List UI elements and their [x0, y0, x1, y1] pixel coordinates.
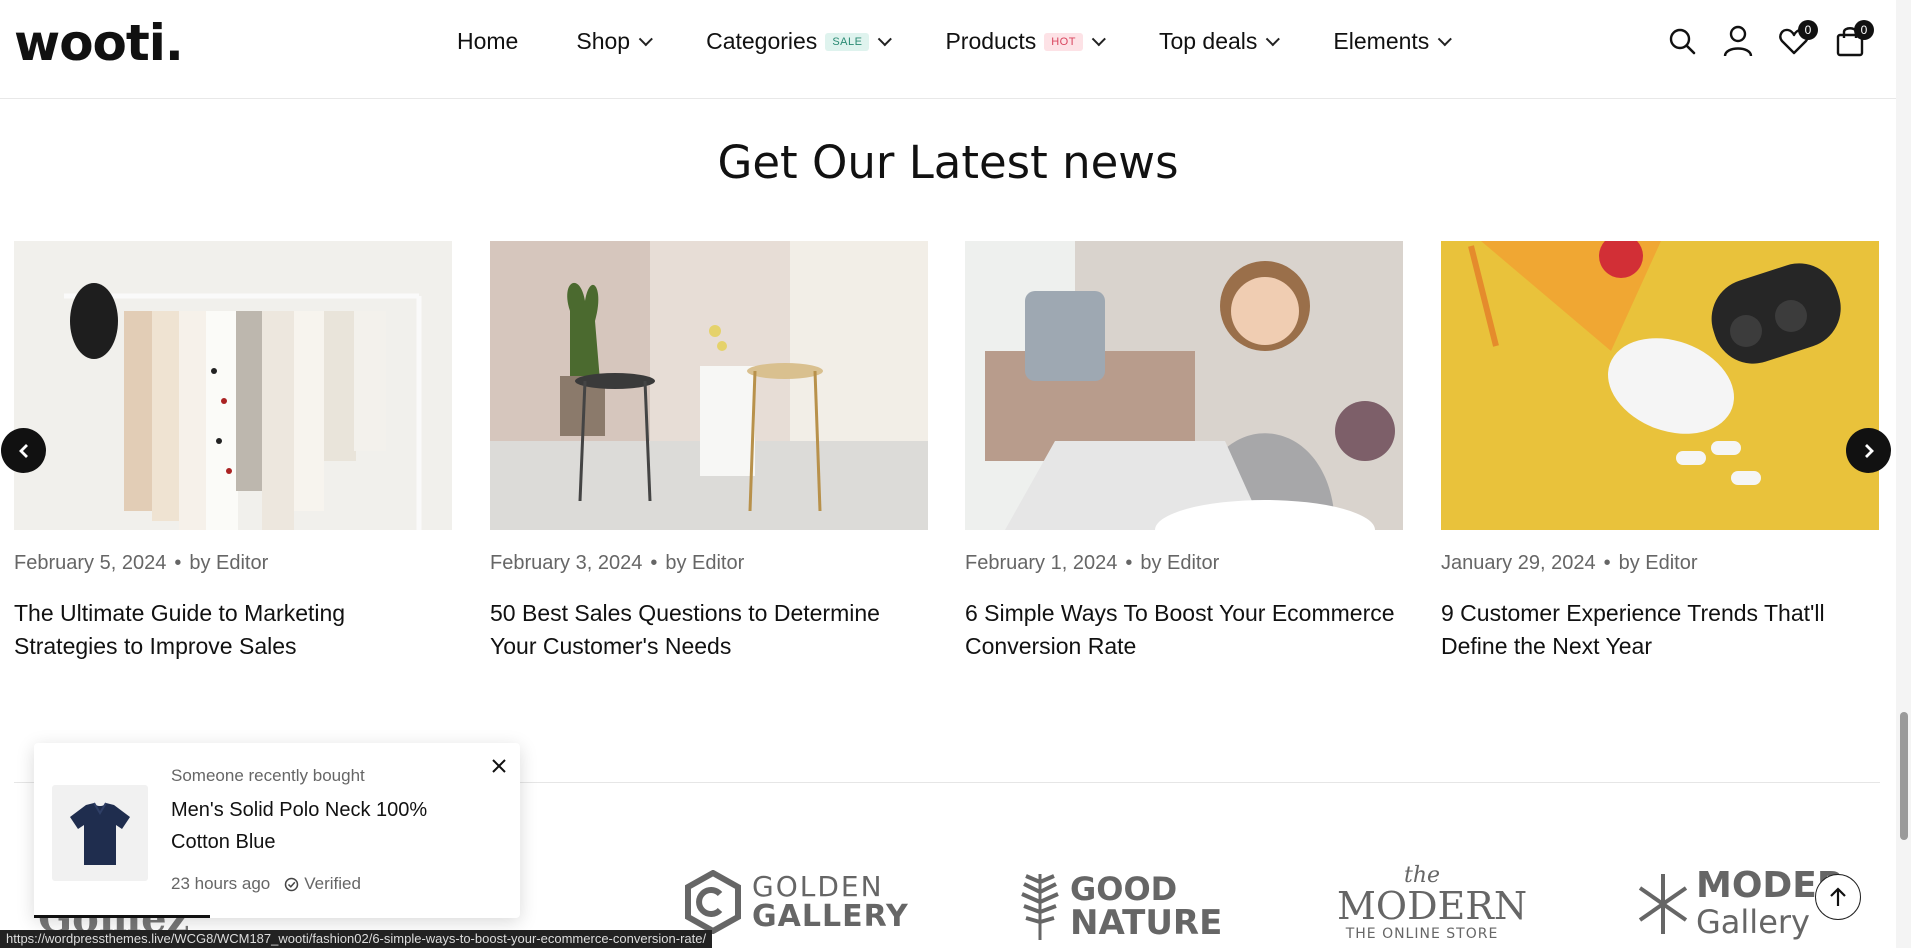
search-button[interactable]: [1666, 24, 1698, 58]
news-card: January 29, 2024 • by Editor 9 Customer Ex…: [1441, 241, 1879, 663]
news-card-image[interactable]: [1441, 241, 1879, 530]
popup-meta: 23 hours ago Verified: [171, 874, 361, 894]
news-card: February 1, 2024 • by Editor 6 Simple Ways…: [965, 241, 1403, 663]
fern-leaf-icon: [1021, 874, 1059, 940]
news-author[interactable]: by Editor: [1140, 552, 1219, 574]
popup-product-name[interactable]: Men's Solid Polo Neck 100% Cotton Blue: [171, 794, 481, 858]
hot-badge: HOT: [1044, 32, 1083, 51]
nav-home-label: Home: [457, 28, 519, 54]
news-carousel: February 5, 2024 • by Editor The Ultimate …: [14, 241, 1880, 661]
popup-label: Someone recently bought: [171, 766, 365, 785]
site-header: wooti. Home Shop Categories SALE Product…: [0, 0, 1896, 99]
verified-label: Verified: [304, 874, 361, 893]
chevron-down-icon: [638, 31, 653, 46]
news-card-image[interactable]: [14, 241, 452, 530]
news-card-image[interactable]: [965, 241, 1403, 530]
news-author[interactable]: by Editor: [665, 552, 744, 574]
check-circle-icon: [285, 877, 299, 891]
brand-logo-golden-gallery[interactable]: GOLDEN GALLERY: [684, 870, 909, 934]
chevron-left-icon: [18, 443, 28, 458]
cart-button[interactable]: 0: [1834, 20, 1874, 58]
nav-shop-label: Shop: [576, 28, 631, 54]
nav-products[interactable]: Products HOT: [945, 28, 1106, 55]
news-card: February 3, 2024 • by Editor 50 Best Sales…: [490, 241, 928, 663]
news-title[interactable]: 50 Best Sales Questions to Determine You…: [490, 597, 928, 663]
product-thumbnail[interactable]: [52, 785, 148, 881]
news-date: February 5, 2024: [14, 552, 167, 574]
nav-home[interactable]: Home: [457, 28, 518, 55]
brand-logo-modern-gallery[interactable]: MODER Gallery: [1636, 868, 1845, 940]
nav-elements-label: Elements: [1333, 28, 1430, 54]
section-title: Get Our Latest news: [717, 136, 1179, 189]
scroll-to-top-button[interactable]: [1815, 874, 1861, 920]
news-author[interactable]: by Editor: [189, 552, 268, 574]
recent-purchase-popup: Someone recently bought Men's Solid Polo…: [34, 743, 520, 918]
nav-categories-label: Categories: [706, 28, 818, 54]
header-actions: 0 0: [1666, 20, 1874, 58]
brand-text: MODERN: [1337, 884, 1528, 928]
chevron-down-icon: [1438, 31, 1453, 46]
news-title[interactable]: 9 Customer Experience Trends That'll Def…: [1441, 597, 1879, 663]
carousel-next-button[interactable]: [1846, 428, 1891, 473]
wishlist-button[interactable]: 0: [1778, 20, 1818, 58]
news-date: February 1, 2024: [965, 552, 1118, 574]
meta-separator: •: [1125, 552, 1133, 574]
wishlist-count: 0: [1798, 20, 1818, 40]
chevron-down-icon: [1091, 31, 1106, 46]
user-icon: [1723, 25, 1753, 57]
meta-separator: •: [1603, 552, 1611, 574]
chevron-down-icon: [1266, 31, 1281, 46]
brand-text: NATURE: [1070, 903, 1223, 943]
cart-count: 0: [1854, 20, 1874, 40]
brand-text: the: [1403, 863, 1441, 888]
nav-products-label: Products: [945, 28, 1037, 54]
chevron-down-icon: [878, 31, 893, 46]
brand-logo-the-modern[interactable]: the MODERN THE ONLINE STORE: [1337, 863, 1528, 943]
popup-time: 23 hours ago: [171, 874, 271, 893]
meta-separator: •: [174, 552, 182, 574]
nav-top-deals[interactable]: Top deals: [1158, 28, 1281, 55]
site-logo[interactable]: wooti.: [14, 14, 184, 72]
polo-shirt-icon: [70, 802, 130, 865]
brand-text: GALLERY: [752, 899, 909, 934]
carousel-prev-button[interactable]: [1, 428, 46, 473]
popup-close-button[interactable]: [488, 755, 510, 777]
brand-logo-good-nature[interactable]: GOOD NATURE: [1018, 870, 1222, 942]
arrow-up-icon: [1830, 887, 1846, 906]
news-card-meta: February 1, 2024 • by Editor: [965, 552, 1403, 575]
browser-status-url: https://wordpressthemes.live/WCG8/WCM187…: [0, 930, 713, 948]
search-icon: [1669, 28, 1696, 55]
close-icon: [492, 759, 506, 773]
meta-separator: •: [650, 552, 658, 574]
news-card-meta: February 5, 2024 • by Editor: [14, 552, 452, 575]
nav-top-deals-label: Top deals: [1158, 28, 1258, 54]
chevron-right-icon: [1864, 443, 1874, 458]
popup-progress-bar: [34, 915, 210, 918]
brand-text: THE ONLINE STORE: [1345, 926, 1499, 942]
sale-badge: SALE: [825, 32, 870, 51]
news-title[interactable]: 6 Simple Ways To Boost Your Ecommerce Co…: [965, 597, 1403, 663]
snowflake-icon: [1638, 874, 1688, 934]
nav-elements[interactable]: Elements: [1333, 28, 1453, 55]
news-date: January 29, 2024: [1441, 552, 1596, 574]
news-card-image[interactable]: [490, 241, 928, 530]
brand-text: GOOD: [1070, 870, 1178, 908]
news-card-meta: February 3, 2024 • by Editor: [490, 552, 928, 575]
nav-categories[interactable]: Categories SALE: [706, 28, 893, 55]
verified-status: Verified: [284, 874, 361, 894]
page-scrollbar-thumb[interactable]: [1900, 712, 1908, 840]
hexagon-logo-icon: [685, 870, 741, 934]
brand-text: GOLDEN: [752, 870, 884, 903]
news-date: February 3, 2024: [490, 552, 643, 574]
news-author[interactable]: by Editor: [1619, 552, 1698, 574]
account-button[interactable]: [1722, 24, 1754, 58]
news-card-meta: January 29, 2024 • by Editor: [1441, 552, 1879, 575]
nav-shop[interactable]: Shop: [576, 28, 653, 55]
news-title[interactable]: The Ultimate Guide to Marketing Strategi…: [14, 597, 452, 663]
news-card: February 5, 2024 • by Editor The Ultimate …: [14, 241, 452, 663]
main-nav: Home Shop Categories SALE Products HOT T…: [457, 28, 1505, 55]
